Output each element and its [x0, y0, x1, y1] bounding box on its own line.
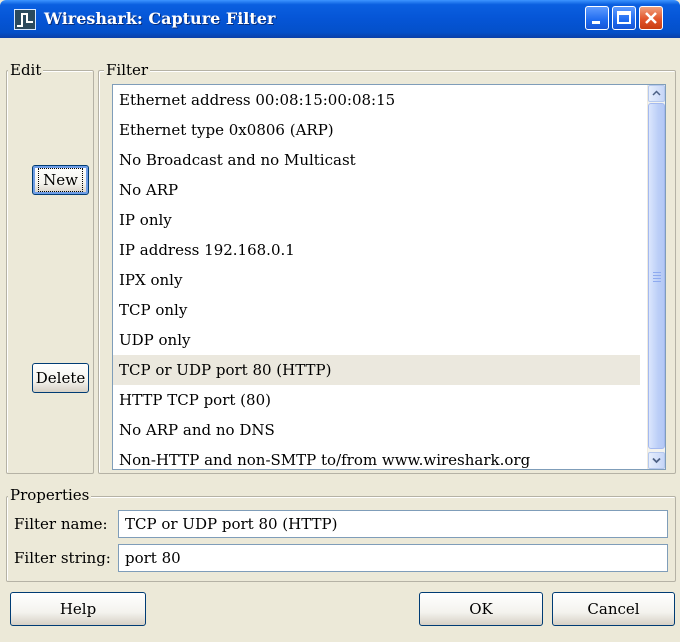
filter-list-item[interactable]: No ARP: [113, 175, 640, 205]
filter-group-label: Filter: [104, 61, 151, 79]
minimize-button[interactable]: [585, 6, 609, 30]
filter-list-item[interactable]: Ethernet address 00:08:15:00:08:15: [113, 85, 640, 115]
filter-list-item[interactable]: IP only: [113, 205, 640, 235]
scroll-down-button[interactable]: [648, 452, 665, 469]
filter-list-item[interactable]: Non-HTTP and non-SMTP to/from www.wiresh…: [113, 445, 640, 469]
edit-group-label: Edit: [8, 61, 44, 79]
filter-list-item[interactable]: IP address 192.168.0.1: [113, 235, 640, 265]
ok-button-label: OK: [469, 600, 493, 618]
filter-string-input[interactable]: [118, 544, 668, 572]
filter-name-input[interactable]: [118, 510, 668, 538]
filter-list-item[interactable]: Ethernet type 0x0806 (ARP): [113, 115, 640, 145]
filter-string-label: Filter string:: [14, 549, 111, 567]
filter-name-label: Filter name:: [14, 515, 108, 533]
edit-group: [6, 70, 94, 474]
delete-button-label: Delete: [35, 369, 86, 387]
scrollbar-thumb[interactable]: [648, 103, 665, 449]
filter-list-item[interactable]: IPX only: [113, 265, 640, 295]
filter-list-item[interactable]: UDP only: [113, 325, 640, 355]
wireshark-app-icon: [14, 9, 36, 30]
filter-list[interactable]: Ethernet address 00:08:15:00:08:15 Ethern…: [112, 84, 666, 470]
title-bar[interactable]: Wireshark: Capture Filter: [0, 0, 680, 38]
scroll-up-button[interactable]: [648, 85, 665, 102]
filter-list-item[interactable]: TCP or UDP port 80 (HTTP): [113, 355, 640, 385]
ok-button[interactable]: OK: [419, 592, 543, 626]
help-button[interactable]: Help: [10, 592, 146, 626]
filter-list-item[interactable]: TCP only: [113, 295, 640, 325]
delete-button[interactable]: Delete: [32, 363, 89, 393]
filter-list-item[interactable]: No Broadcast and no Multicast: [113, 145, 640, 175]
cancel-button-label: Cancel: [587, 600, 640, 618]
new-button-label: New: [38, 168, 83, 192]
cancel-button[interactable]: Cancel: [552, 592, 675, 626]
maximize-button[interactable]: [612, 6, 636, 30]
help-button-label: Help: [59, 600, 97, 618]
new-button[interactable]: New: [32, 165, 89, 195]
window-title: Wireshark: Capture Filter: [44, 9, 276, 28]
close-button[interactable]: [639, 6, 663, 30]
filter-list-item[interactable]: HTTP TCP port (80): [113, 385, 640, 415]
properties-group-label: Properties: [8, 486, 92, 504]
filter-list-rows: Ethernet address 00:08:15:00:08:15 Ethern…: [113, 85, 640, 469]
vertical-scrollbar[interactable]: [647, 85, 665, 469]
filter-list-item[interactable]: No ARP and no DNS: [113, 415, 640, 445]
